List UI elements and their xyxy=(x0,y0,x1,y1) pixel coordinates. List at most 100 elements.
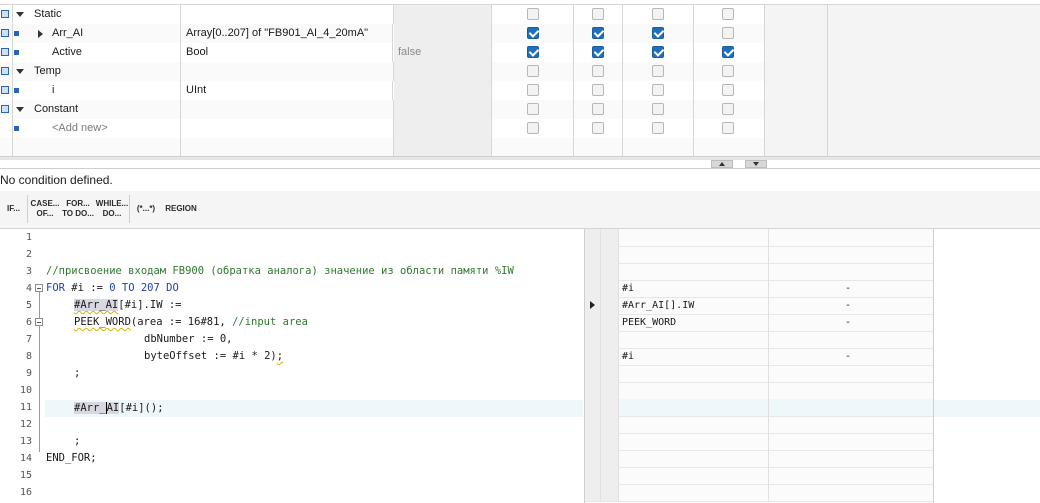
code-line-semicolon: ; xyxy=(74,435,81,447)
line-number: 13 xyxy=(19,436,32,447)
while-do-button[interactable]: WHILE... DO... xyxy=(95,195,130,223)
checkbox-checked[interactable] xyxy=(652,46,664,58)
checkbox-checked[interactable] xyxy=(527,27,539,39)
expand-triangle-icon[interactable] xyxy=(38,30,43,38)
code-line-for: FOR #i := 0 TO 207 DO xyxy=(46,282,179,294)
checkbox[interactable] xyxy=(722,122,734,134)
checkbox[interactable] xyxy=(722,65,734,77)
temp-var-icon xyxy=(1,86,9,94)
checkbox[interactable] xyxy=(722,27,734,39)
monitor-operand: #Arr_AI[].IW xyxy=(619,297,769,314)
line-number: 5 xyxy=(25,300,32,311)
add-new-placeholder[interactable]: <Add new> xyxy=(52,119,108,138)
pointer-arrow-icon xyxy=(590,301,595,309)
line-number: 16 xyxy=(19,487,32,498)
splitter-expand-button[interactable] xyxy=(745,160,767,168)
checkbox[interactable] xyxy=(652,84,664,96)
line-number: 1 xyxy=(25,232,32,243)
checkbox[interactable] xyxy=(592,84,604,96)
interface-row-partial xyxy=(0,0,1040,5)
collapse-triangle-icon[interactable] xyxy=(16,12,24,17)
var-type[interactable]: Array[0..207] of "FB901_AI_4_20mA" xyxy=(181,24,393,43)
splitter-collapse-button[interactable] xyxy=(711,160,733,168)
monitor-operand: PEEK_WORD xyxy=(619,314,769,331)
interface-row-active[interactable]: Active Bool false xyxy=(0,43,1040,63)
for-to-do-button[interactable]: FOR... TO DO... xyxy=(61,195,95,223)
condition-bar[interactable]: No condition defined. xyxy=(0,168,1040,192)
interface-row-temp[interactable]: Temp xyxy=(0,62,1040,82)
checkbox[interactable] xyxy=(527,122,539,134)
checkbox[interactable] xyxy=(527,8,539,20)
monitor-row xyxy=(585,484,933,502)
monitor-row[interactable]: #Arr_AI[].IW - xyxy=(585,297,933,315)
collapse-triangle-icon[interactable] xyxy=(16,69,24,74)
checkbox[interactable] xyxy=(592,65,604,77)
checkbox[interactable] xyxy=(722,8,734,20)
monitor-row[interactable]: #i - xyxy=(585,348,933,366)
if-button[interactable]: IF... xyxy=(0,195,28,223)
monitor-value: - xyxy=(845,317,852,328)
code-line-end-for: END_FOR; xyxy=(46,452,97,464)
monitor-row xyxy=(585,246,933,264)
checkbox-checked[interactable] xyxy=(722,46,734,58)
section-icon xyxy=(1,105,9,113)
code-line-byteoffset: byteOffset := #i * 2); xyxy=(144,350,284,362)
section-label: Constant xyxy=(34,103,79,115)
monitor-table: #i - #Arr_AI[].IW - PEEK_WORD - #i - xyxy=(584,229,934,503)
monitor-operand: #i xyxy=(619,280,769,297)
checkbox[interactable] xyxy=(592,122,604,134)
monitor-row[interactable]: PEEK_WORD - xyxy=(585,314,933,332)
checkbox[interactable] xyxy=(592,103,604,115)
interface-row-constant[interactable]: Constant xyxy=(0,100,1040,120)
var-default[interactable]: false xyxy=(394,43,492,62)
static-var-icon xyxy=(1,48,9,56)
monitor-row xyxy=(585,399,933,417)
monitor-value: - xyxy=(845,300,852,311)
section-icon xyxy=(1,67,9,75)
monitor-value: - xyxy=(845,283,852,294)
var-type[interactable]: UInt xyxy=(181,81,393,100)
interface-row-add-new[interactable]: <Add new> xyxy=(0,119,1040,139)
checkbox[interactable] xyxy=(652,122,664,134)
checkbox-checked[interactable] xyxy=(592,27,604,39)
monitor-row xyxy=(585,467,933,485)
checkbox[interactable] xyxy=(722,84,734,96)
interface-row-arr-ai[interactable]: Arr_AI Array[0..207] of "FB901_AI_4_20mA… xyxy=(0,24,1040,44)
line-number: 4 xyxy=(25,283,32,294)
fold-toggle-icon[interactable] xyxy=(35,284,43,292)
checkbox[interactable] xyxy=(652,103,664,115)
var-marker-icon xyxy=(14,126,19,131)
region-button[interactable]: REGION xyxy=(163,195,199,223)
checkbox-checked[interactable] xyxy=(527,46,539,58)
checkbox[interactable] xyxy=(652,65,664,77)
interface-row-static[interactable]: Static xyxy=(0,5,1040,25)
checkbox[interactable] xyxy=(527,84,539,96)
checkbox[interactable] xyxy=(592,8,604,20)
line-number: 3 xyxy=(25,266,32,277)
monitor-row xyxy=(585,416,933,434)
checkbox[interactable] xyxy=(527,65,539,77)
code-line-assign: #Arr_AI[#i].IW := xyxy=(74,299,182,311)
line-number: 12 xyxy=(19,419,32,430)
interface-footer xyxy=(0,156,1040,160)
checkbox[interactable] xyxy=(527,103,539,115)
comment-block-button[interactable]: (*...*) xyxy=(131,195,161,223)
fold-toggle-icon[interactable] xyxy=(35,318,43,326)
section-icon xyxy=(1,10,9,18)
var-type[interactable]: Bool xyxy=(181,43,393,62)
collapse-triangle-icon[interactable] xyxy=(16,107,24,112)
line-number: 8 xyxy=(25,351,32,362)
checkbox[interactable] xyxy=(722,103,734,115)
checkbox[interactable] xyxy=(652,8,664,20)
checkbox-checked[interactable] xyxy=(652,27,664,39)
case-of-button[interactable]: CASE... OF... xyxy=(29,195,61,223)
var-marker-icon xyxy=(14,31,19,36)
section-label: Temp xyxy=(34,65,61,77)
checkbox-checked[interactable] xyxy=(592,46,604,58)
monitor-row xyxy=(585,229,933,247)
monitor-row[interactable]: #i - xyxy=(585,280,933,298)
current-line-highlight xyxy=(932,400,1040,417)
var-name: Arr_AI xyxy=(52,27,84,39)
instruction-toolbar: IF... CASE... OF... FOR... TO DO... WHIL… xyxy=(0,191,1040,229)
interface-row-i[interactable]: i UInt xyxy=(0,81,1040,101)
